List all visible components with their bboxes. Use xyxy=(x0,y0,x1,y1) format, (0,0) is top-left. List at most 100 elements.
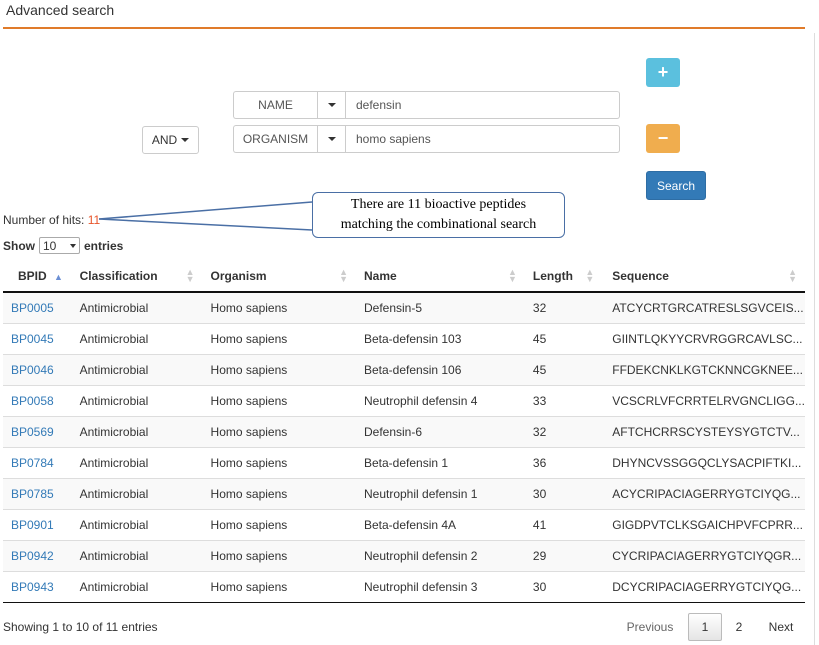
page-size-control: Show 10 entries xyxy=(3,237,123,254)
cell-classification: Antimicrobial xyxy=(72,353,203,385)
cell-sequence: FFDEKCNKLKGTCKNNCGKNEE... xyxy=(602,353,805,385)
previous-page-button[interactable]: Previous xyxy=(616,613,684,641)
hits-count: 11 xyxy=(87,213,101,227)
column-header-sequence[interactable]: Sequence ▲ ▼ xyxy=(602,260,805,293)
bpid-link[interactable]: BP0942 xyxy=(11,549,54,563)
cell-sequence: DHYNCVSSGGQCLYSACPIFTKI... xyxy=(602,446,805,478)
column-header-classification[interactable]: Classification ▲ ▼ xyxy=(72,260,203,293)
table-row[interactable]: BP0784 Antimicrobial Homo sapiens Beta-defe… xyxy=(3,446,805,478)
table-header-row: BPID ▲ Classification ▲ ▼ Organism ▲ ▼ Nam… xyxy=(3,260,805,293)
bpid-link[interactable]: BP0045 xyxy=(11,332,54,346)
bpid-link[interactable]: BP0569 xyxy=(11,425,54,439)
cell-classification: Antimicrobial xyxy=(72,508,203,540)
page-button-2[interactable]: 2 xyxy=(722,613,756,641)
panel-edge xyxy=(814,33,815,645)
search-button[interactable]: Search xyxy=(646,171,706,200)
results-table: BPID ▲ Classification ▲ ▼ Organism ▲ ▼ Nam… xyxy=(3,260,805,603)
column-header-organism[interactable]: Organism ▲ ▼ xyxy=(202,260,356,293)
sort-icon: ▲ ▼ xyxy=(185,267,195,284)
cell-organism: Homo sapiens xyxy=(202,415,356,447)
column-header-label: Classification xyxy=(79,268,158,283)
field-select[interactable]: NAME xyxy=(233,91,317,119)
cell-length: 29 xyxy=(524,539,603,571)
cell-classification: Antimicrobial xyxy=(79,300,149,315)
cell-length: 36 xyxy=(524,446,603,478)
column-header-label: Organism xyxy=(210,268,267,283)
cell-sequence: VCSCRLVFCRRTELRVGNCLIGG... xyxy=(602,384,805,416)
cell-organism: Homo sapiens xyxy=(202,446,356,478)
cell-bpid: BP0058 xyxy=(3,384,73,416)
column-header-label: Sequence xyxy=(612,268,669,283)
field-dropdown-toggle[interactable] xyxy=(317,125,346,153)
cell-organism: Homo sapiens xyxy=(202,508,356,540)
bpid-link[interactable]: BP0005 xyxy=(11,301,54,315)
cell-bpid: BP0901 xyxy=(3,508,73,540)
cell-bpid: BP0943 xyxy=(3,570,73,603)
column-header-length[interactable]: Length ▲ ▼ xyxy=(524,260,603,293)
cell-sequence: GIINTLQKYYCRVRGGRCAVLSC... xyxy=(602,322,805,354)
cell-classification: Antimicrobial xyxy=(72,415,203,447)
table-row[interactable]: BP0045 Antimicrobial Homo sapiens Beta-defe… xyxy=(3,322,805,354)
next-page-button[interactable]: Next xyxy=(756,613,806,641)
cell-organism: Homo sapiens xyxy=(202,384,356,416)
search-input[interactable]: homo sapiens xyxy=(346,125,620,153)
bpid-link[interactable]: BP0785 xyxy=(11,487,54,501)
remove-row-button[interactable]: − xyxy=(646,124,680,153)
cell-sequence: ACYCRIPACIAGERRYGTCIYQG... xyxy=(602,477,805,509)
table-row[interactable]: BP0901 Antimicrobial Homo sapiens Beta-defe… xyxy=(3,508,805,540)
bpid-link[interactable]: BP0943 xyxy=(11,580,54,594)
bpid-link[interactable]: BP0058 xyxy=(11,394,54,408)
field-dropdown-toggle[interactable] xyxy=(317,91,346,119)
table-row[interactable]: BP0785 Antimicrobial Homo sapiens Neutrophi… xyxy=(3,477,805,509)
chevron-down-icon xyxy=(327,137,336,141)
cell-bpid: BP0046 xyxy=(3,353,73,385)
search-row: NAME defensin xyxy=(233,91,620,119)
chevron-down-icon xyxy=(181,138,190,142)
table-row[interactable]: BP0005 Antimicrobial Homo sapiens Defensin-… xyxy=(3,292,805,323)
search-input[interactable]: defensin xyxy=(346,91,620,119)
sort-icon: ▲ ▼ xyxy=(585,267,595,284)
bpid-link[interactable]: BP0046 xyxy=(11,363,54,377)
column-header-label: BPID xyxy=(18,268,47,283)
pagination: Previous 1 2 Next xyxy=(616,613,806,641)
cell-length: 41 xyxy=(524,508,603,540)
column-header-bpid[interactable]: BPID ▲ xyxy=(3,260,73,293)
cell-sequence: DCYCRIPACIAGERRYGTCIYQG... xyxy=(602,570,805,603)
field-select[interactable]: ORGANISM xyxy=(233,125,317,153)
cell-classification: Antimicrobial xyxy=(72,322,203,354)
page-size-select[interactable]: 10 xyxy=(39,237,80,254)
column-header-label: Name xyxy=(363,268,397,283)
page-size-value: 10 xyxy=(43,238,57,253)
table-row[interactable]: BP0943 Antimicrobial Homo sapiens Neutrophi… xyxy=(3,570,805,603)
sort-icon: ▲ ▼ xyxy=(788,267,797,284)
minus-icon: − xyxy=(657,128,669,148)
bpid-link[interactable]: BP0784 xyxy=(11,456,54,470)
cell-length: 33 xyxy=(524,384,603,416)
column-header-label: Length xyxy=(532,268,573,283)
cell-length: 32 xyxy=(532,300,547,315)
bpid-link[interactable]: BP0901 xyxy=(11,518,54,532)
column-header-name[interactable]: Name ▲ ▼ xyxy=(355,260,525,293)
cell-name: Defensin-6 xyxy=(355,415,525,447)
table-row[interactable]: BP0569 Antimicrobial Homo sapiens Defensin-… xyxy=(3,415,805,447)
cell-name: Neutrophil defensin 3 xyxy=(355,570,525,603)
cell-sequence: AFTCHCRRSCYSTEYSYGTCTV... xyxy=(602,415,805,447)
operator-dropdown[interactable]: AND xyxy=(142,126,199,154)
add-row-button[interactable]: + xyxy=(646,58,680,87)
cell-length: 30 xyxy=(524,477,603,509)
cell-organism: Homo sapiens xyxy=(202,322,356,354)
cell-length: 30 xyxy=(524,570,603,603)
callout-line: There are 11 bioactive peptides xyxy=(350,197,527,212)
cell-classification: Antimicrobial xyxy=(72,446,203,478)
cell-name: Beta-defensin 106 xyxy=(355,353,525,385)
cell-classification: Antimicrobial xyxy=(72,477,203,509)
cell-name: Beta-defensin 1 xyxy=(355,446,525,478)
table-row[interactable]: BP0046 Antimicrobial Homo sapiens Beta-defe… xyxy=(3,353,805,385)
sort-asc-icon: ▲ xyxy=(54,271,63,282)
table-row[interactable]: BP0942 Antimicrobial Homo sapiens Neutrophi… xyxy=(3,539,805,571)
cell-organism: Homo sapiens xyxy=(202,353,356,385)
page-button-1[interactable]: 1 xyxy=(688,613,722,641)
cell-name: Neutrophil defensin 2 xyxy=(355,539,525,571)
table-row[interactable]: BP0058 Antimicrobial Homo sapiens Neutrophi… xyxy=(3,384,805,416)
hits-label: Number of hits: xyxy=(3,213,85,227)
